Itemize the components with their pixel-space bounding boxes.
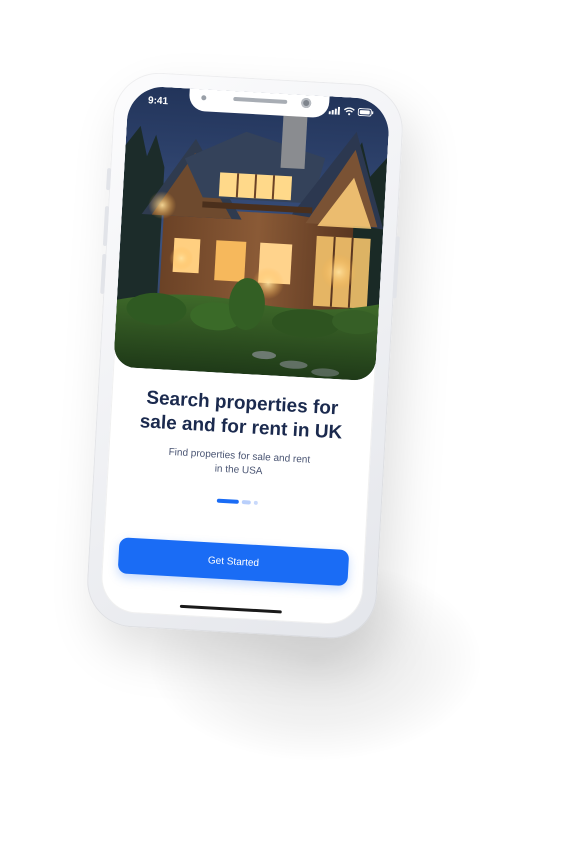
onboarding-content: Search properties for sale and for rent … bbox=[106, 385, 374, 511]
volume-down-button bbox=[100, 253, 107, 295]
status-icons bbox=[328, 106, 374, 117]
home-indicator[interactable] bbox=[179, 604, 282, 614]
phone-frame: 9:41 Search properties for sale and for … bbox=[84, 70, 406, 641]
signal-icon bbox=[328, 106, 341, 115]
power-button bbox=[392, 236, 400, 299]
wifi-icon bbox=[343, 107, 355, 116]
page-indicator-dot[interactable] bbox=[241, 500, 251, 505]
onboarding-subtitle: Find properties for sale and rent in the… bbox=[168, 446, 311, 478]
sensor-icon bbox=[201, 95, 207, 101]
volume-up-button bbox=[102, 205, 110, 247]
battery-icon bbox=[357, 108, 374, 117]
mockup-stage: 9:41 Search properties for sale and for … bbox=[0, 0, 584, 849]
page-indicator bbox=[106, 492, 368, 511]
onboarding-title: Search properties for sale and for rent … bbox=[139, 387, 343, 444]
speaker-grille bbox=[233, 96, 288, 104]
hero-image bbox=[113, 85, 391, 382]
phone-screen: 9:41 Search properties for sale and for … bbox=[99, 85, 391, 626]
get-started-button[interactable]: Get Started bbox=[117, 537, 350, 587]
page-indicator-dot-active[interactable] bbox=[216, 498, 239, 504]
mute-switch bbox=[106, 168, 112, 191]
page-indicator-dot[interactable] bbox=[253, 500, 258, 505]
camera-icon bbox=[300, 97, 312, 109]
status-time: 9:41 bbox=[147, 95, 169, 108]
